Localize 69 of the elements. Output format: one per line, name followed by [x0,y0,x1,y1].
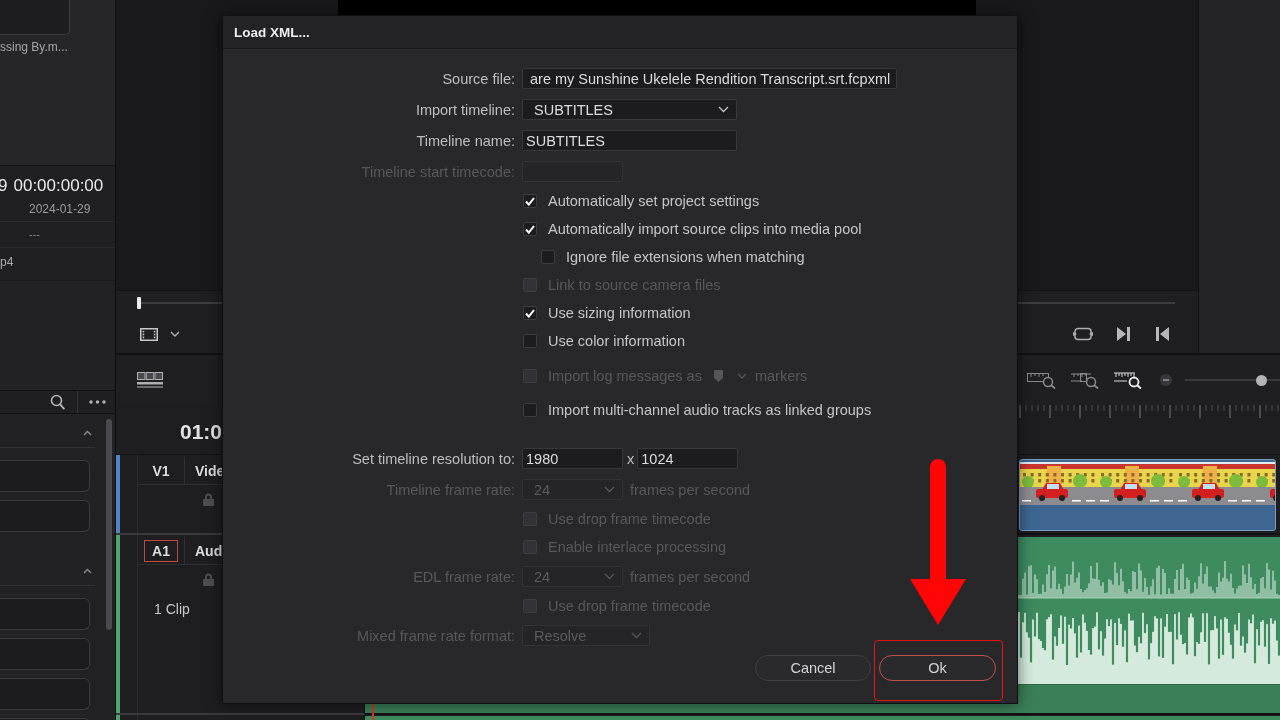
field-label: Import timeline: [415,101,515,118]
lock-icon[interactable] [203,573,214,586]
clip-count: 1 Clip [154,601,190,617]
dialog-title: Load XML... [234,24,310,40]
file-path-field[interactable]: are my Sunshine Ukelele Rendition Transcript.srt.fcpxml [522,68,897,89]
more-icon[interactable] [89,400,106,404]
dialog-button[interactable]: Ok [879,655,996,681]
checkbox-label: Ignore file extensions when matching [566,249,805,265]
skip-to-start-icon[interactable] [1156,327,1169,341]
empty-field[interactable] [0,598,90,630]
resolution-field[interactable]: 1980 [522,448,623,469]
chevron-down-icon[interactable] [170,331,180,337]
minus-icon[interactable] [1160,374,1172,386]
metadata-value: --- [29,228,40,240]
checkbox-label: Use color information [548,333,685,349]
resolution-field[interactable]: 1024 [637,448,739,469]
empty-field[interactable] [0,500,90,532]
search-icon[interactable] [50,394,65,410]
checkbox[interactable] [523,194,537,208]
chevron-up-icon[interactable] [83,430,92,436]
scrollbar[interactable] [106,419,112,630]
checkbox[interactable] [523,222,537,236]
dialog-button[interactable]: Cancel [755,655,871,681]
timeline-timecode: 01:0 [180,420,223,444]
clip-thumbnail[interactable] [0,0,70,35]
times-sign: x [627,450,635,467]
track-name: Vide [195,462,225,479]
date-text: 2024-01-29 [29,202,91,216]
checkbox[interactable] [523,306,537,320]
chevron-down-icon [718,106,729,113]
slider-thumb[interactable] [1255,374,1267,386]
dropdown[interactable]: SUBTITLES [522,99,737,120]
check-icon [525,224,535,234]
checkbox-label: Automatically import source clips into media pool [548,221,862,237]
checkbox-label: Automatically set project settings [548,193,760,209]
file-extension-text: p4 [0,255,14,269]
skip-to-end-icon[interactable] [1117,327,1130,341]
track-target-button[interactable]: A1 [144,539,178,562]
track-name: Aud [195,542,223,559]
checkbox[interactable] [523,334,537,348]
clip-name: ssing By.m... [0,40,68,54]
field-label: Source file: [442,70,515,87]
field-label: Set timeline resolution to: [352,450,515,467]
empty-field[interactable] [0,638,90,670]
checkbox-label: Import multi-channel audio tracks as linked groups [548,402,872,418]
checkbox-label: Use sizing information [548,305,691,321]
playhead-handle[interactable] [137,297,141,309]
empty-field[interactable] [0,678,90,710]
checkbox[interactable] [541,250,555,264]
check-icon [525,308,535,318]
chevron-down-icon [604,486,615,493]
zoom-ruler-icon[interactable] [1113,371,1143,389]
chevron-down-icon [631,632,642,639]
field-label: Timeline name: [416,132,515,149]
loop-icon[interactable] [1073,326,1093,342]
marker-icon[interactable] [713,369,723,382]
chevron-down-icon [604,573,615,580]
text-field[interactable]: SUBTITLES [522,130,737,151]
timecode-text: 00:00:00:00 [13,176,104,196]
lock-icon[interactable] [203,493,214,506]
track-target-button[interactable]: V1 [144,459,178,482]
video-clip[interactable] [1019,459,1276,531]
check-icon [525,196,535,206]
empty-field[interactable] [0,460,90,492]
filmstrip-icon[interactable] [140,327,158,341]
checkbox[interactable] [523,403,537,417]
playhead-line[interactable] [372,704,374,720]
timeline-view-icon[interactable] [137,372,163,388]
chevron-up-icon[interactable] [83,568,92,574]
